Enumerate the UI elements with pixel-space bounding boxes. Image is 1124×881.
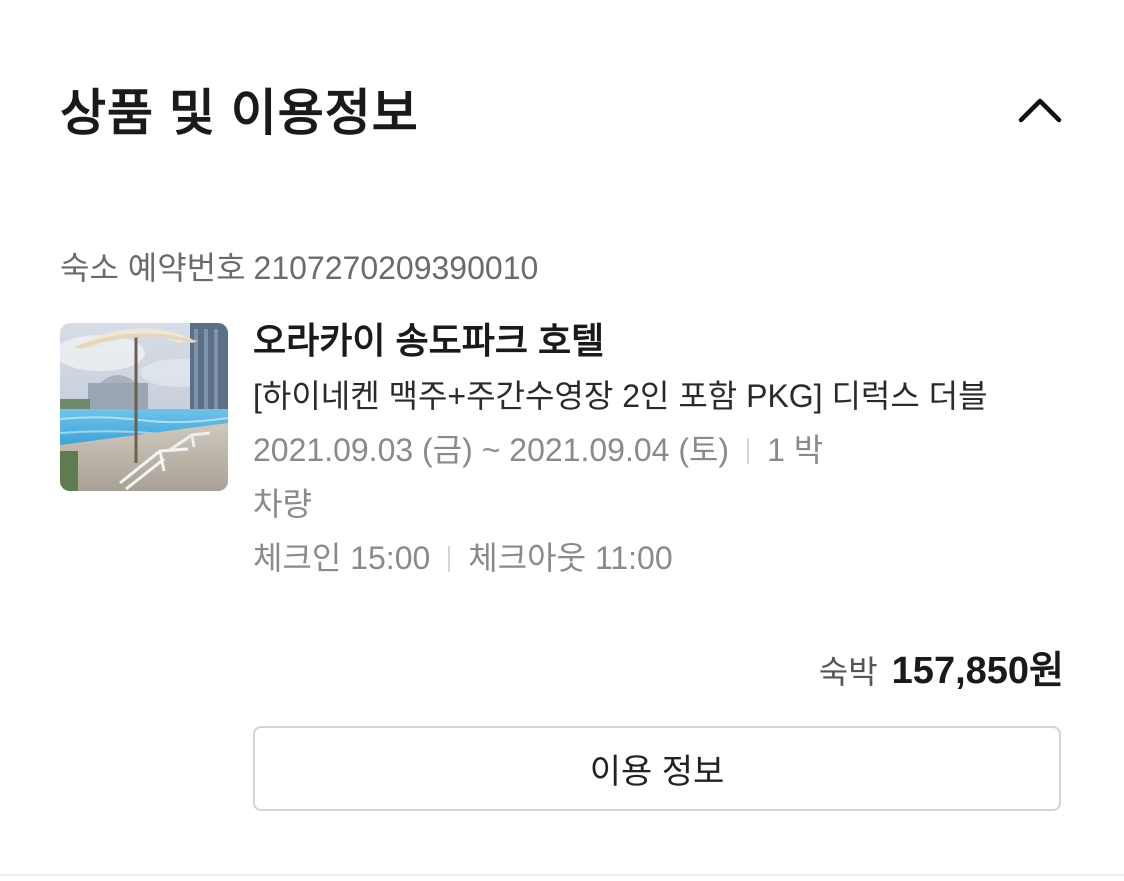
transport-info: 차량 [253,486,312,522]
room-name: [하이네켄 맥주+주간수영장 2인 포함 PKG] 디럭스 더블 [253,378,988,414]
nights-count: 1 박 [767,432,824,468]
checkin-time: 체크인 15:00 [253,540,431,576]
bottom-divider [0,874,1124,876]
checkout-time: 체크아웃 11:00 [468,540,673,576]
product-info: 오라카이 송도파크 호텔 [하이네켄 맥주+주간수영장 2인 포함 PKG] 디… [253,314,1064,585]
price-label: 숙박 [818,654,878,690]
hotel-pool-image [60,323,228,491]
reservation-number: 2107270209390010 [253,250,539,286]
reservation-number-row: 숙소 예약번호 2107270209390010 [60,246,538,290]
hotel-thumbnail[interactable] [60,323,228,491]
chevron-up-icon [1018,98,1062,123]
usage-info-button[interactable]: 이용 정보 [253,726,1061,811]
hotel-name: 오라카이 송도파크 호텔 [253,320,605,361]
section-title: 상품 및 이용정보 [60,85,419,141]
divider [747,438,750,464]
reservation-label: 숙소 예약번호 [60,250,246,286]
stay-dates-row: 2021.09.03 (금) ~ 2021.09.04 (토) 1 박 [253,423,1064,477]
section-header: 상품 및 이용정보 [60,78,1064,148]
price-value: 157,850원 [891,650,1064,692]
checkin-checkout-row: 체크인 15:00 체크아웃 11:00 [253,531,1064,585]
price-row: 숙박 157,850원 [819,648,1064,702]
divider [448,546,451,572]
date-range: 2021.09.03 (금) ~ 2021.09.04 (토) [253,432,730,468]
collapse-toggle[interactable] [1016,88,1064,136]
